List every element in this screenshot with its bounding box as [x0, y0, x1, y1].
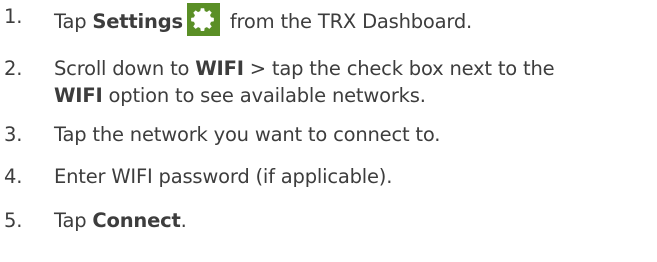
- step-number: 2.: [4, 57, 23, 80]
- step-text-part: Tap: [54, 10, 93, 33]
- step-text-part: Scroll down to: [54, 57, 196, 80]
- step-text-part: Tap: [54, 209, 93, 232]
- settings-label: Settings: [92, 10, 183, 33]
- step-text-part: .: [180, 209, 187, 232]
- wifi-label: WIFI: [195, 57, 244, 80]
- step-text: Scroll down to WIFI > tap the check box …: [54, 55, 654, 109]
- step-text: Enter WIFI password (if applicable).: [54, 165, 393, 188]
- step-number: 3.: [4, 123, 23, 146]
- step-number: 1.: [4, 5, 23, 28]
- wifi-label: WIFI: [54, 84, 103, 107]
- step-text-part: from the TRX Dashboard.: [223, 10, 473, 33]
- gear-icon-glyph: [191, 8, 214, 31]
- step-number: 5.: [4, 209, 23, 232]
- step-text: Tap Settings from the TRX Dashboard.: [54, 3, 654, 36]
- step-text-part: option to see available networks.: [102, 84, 426, 107]
- connect-label: Connect: [92, 209, 181, 232]
- step-text-part: > tap the check box next to the: [243, 57, 555, 80]
- step-number: 4.: [4, 165, 23, 188]
- gear-icon: [186, 3, 220, 36]
- step-text: Tap the network you want to connect to.: [54, 123, 441, 146]
- step-text: Tap Connect.: [54, 207, 654, 234]
